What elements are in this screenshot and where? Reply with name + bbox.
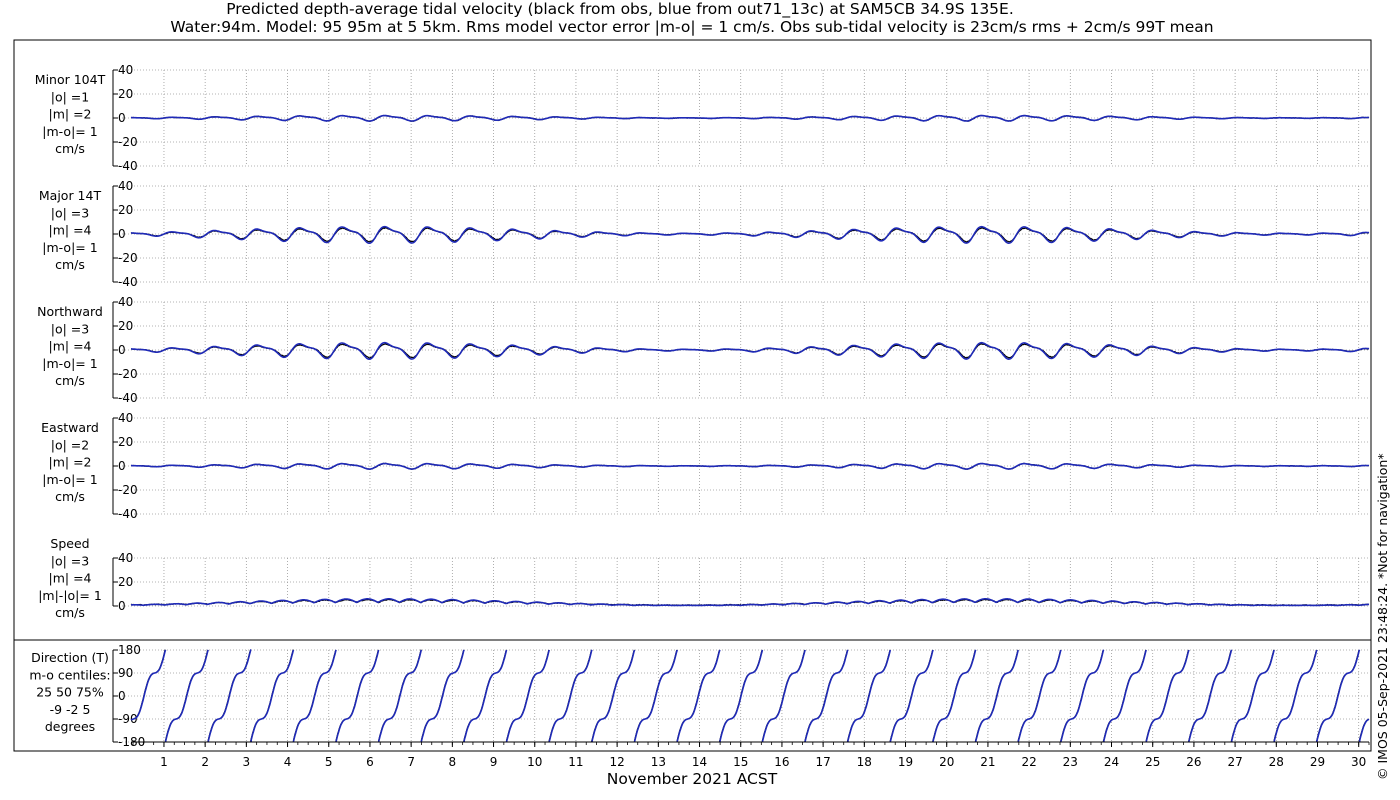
chart-title: Predicted depth-average tidal velocity (… xyxy=(226,0,1014,19)
x-tick-label: 14 xyxy=(692,755,707,769)
x-tick-label: 16 xyxy=(774,755,789,769)
y-tick-label: -20 xyxy=(118,367,138,381)
x-tick-label: 17 xyxy=(815,755,830,769)
panel-label-line: -9 -2 5 xyxy=(50,702,91,717)
panel-label-line: |m| =4 xyxy=(49,339,92,354)
x-tick-label: 29 xyxy=(1310,755,1325,769)
x-tick-label: 9 xyxy=(490,755,498,769)
panel-label-line: 25 50 75% xyxy=(36,685,104,700)
tidal-velocity-figure: Predicted depth-average tidal velocity (… xyxy=(0,0,1400,800)
x-tick-label: 6 xyxy=(366,755,374,769)
y-tick-label: 0 xyxy=(118,689,126,703)
panel-label-line: |m-o|= 1 xyxy=(42,356,97,371)
x-tick-label: 10 xyxy=(527,755,542,769)
panel-label-line: |m| =2 xyxy=(49,455,92,470)
panel-label-line: Major 14T xyxy=(39,188,102,203)
panel-label-line: |o| =2 xyxy=(51,437,89,452)
y-tick-label: 0 xyxy=(118,459,126,473)
panel-label-line: |o| =1 xyxy=(51,89,89,104)
panel-label-line: |m| =2 xyxy=(49,107,92,122)
y-tick-label: 40 xyxy=(118,179,133,193)
copyright-notice: © IMOS 05-Sep-2021 23:48:24. *Not for na… xyxy=(1375,453,1390,780)
x-tick-label: 18 xyxy=(857,755,872,769)
y-tick-label: 0 xyxy=(118,343,126,357)
panel-label-line: |m-o|= 1 xyxy=(42,124,97,139)
figure-background xyxy=(0,0,1400,800)
y-tick-label: 0 xyxy=(118,227,126,241)
panel-label-line: |o| =3 xyxy=(51,553,89,568)
x-axis-label: November 2021 ACST xyxy=(607,770,778,788)
x-tick-label: 11 xyxy=(568,755,583,769)
y-tick-label: 90 xyxy=(118,666,133,680)
x-tick-label: 23 xyxy=(1063,755,1078,769)
panel-label-line: Northward xyxy=(37,304,103,319)
x-tick-label: 30 xyxy=(1351,755,1366,769)
panel-label-line: cm/s xyxy=(55,605,85,620)
x-tick-label: 20 xyxy=(939,755,954,769)
panel-label-line: |o| =3 xyxy=(51,321,89,336)
x-tick-label: 25 xyxy=(1145,755,1160,769)
x-tick-label: 15 xyxy=(733,755,748,769)
panel-label-line: |m-o|= 1 xyxy=(42,472,97,487)
y-tick-label: 20 xyxy=(118,319,133,333)
x-tick-label: 28 xyxy=(1269,755,1284,769)
y-tick-label: 0 xyxy=(118,111,126,125)
x-tick-label: 26 xyxy=(1186,755,1201,769)
y-tick-label: -40 xyxy=(118,507,138,521)
y-tick-label: 40 xyxy=(118,411,133,425)
panel-label-line: m-o centiles: xyxy=(29,667,110,682)
x-tick-label: 3 xyxy=(243,755,251,769)
panel-label-line: |m| =4 xyxy=(49,571,92,586)
x-tick-label: 4 xyxy=(284,755,292,769)
panel-label-line: cm/s xyxy=(55,141,85,156)
panel-label-line: |m|-|o|= 1 xyxy=(38,588,102,603)
y-tick-label: 20 xyxy=(118,203,133,217)
x-tick-label: 27 xyxy=(1227,755,1242,769)
x-tick-label: 1 xyxy=(160,755,168,769)
y-tick-label: 20 xyxy=(118,575,133,589)
y-tick-label: 20 xyxy=(118,435,133,449)
panel-label-line: cm/s xyxy=(55,257,85,272)
panel-label-line: Speed xyxy=(50,536,89,551)
chart-subtitle: Water:94m. Model: 95 95m at 5 5km. Rms m… xyxy=(170,18,1213,36)
y-tick-label: 20 xyxy=(118,87,133,101)
panel-label-line: Eastward xyxy=(41,420,99,435)
x-tick-label: 22 xyxy=(1021,755,1036,769)
x-tick-label: 2 xyxy=(201,755,209,769)
y-tick-label: 0 xyxy=(118,599,126,613)
y-tick-label: -20 xyxy=(118,251,138,265)
panel-label-line: degrees xyxy=(45,719,95,734)
x-tick-label: 19 xyxy=(898,755,913,769)
panel-label-line: |m-o|= 1 xyxy=(42,240,97,255)
x-tick-label: 8 xyxy=(449,755,457,769)
y-tick-label: -40 xyxy=(118,159,138,173)
x-tick-label: 5 xyxy=(325,755,333,769)
x-tick-label: 12 xyxy=(609,755,624,769)
x-tick-label: 7 xyxy=(407,755,415,769)
panel-label-line: Direction (T) xyxy=(31,650,109,665)
y-tick-label: -40 xyxy=(118,275,138,289)
y-tick-label: -40 xyxy=(118,391,138,405)
y-tick-label: -20 xyxy=(118,135,138,149)
y-tick-label: -20 xyxy=(118,483,138,497)
panel-label-line: cm/s xyxy=(55,489,85,504)
y-tick-label: 40 xyxy=(118,295,133,309)
x-tick-label: 21 xyxy=(980,755,995,769)
y-tick-label: 40 xyxy=(118,551,133,565)
y-tick-label: 40 xyxy=(118,63,133,77)
y-tick-label: 180 xyxy=(118,643,141,657)
panel-label-line: |o| =3 xyxy=(51,205,89,220)
x-tick-label: 13 xyxy=(651,755,666,769)
panel-label-line: cm/s xyxy=(55,373,85,388)
panel-label-line: |m| =4 xyxy=(49,223,92,238)
x-tick-label: 24 xyxy=(1104,755,1119,769)
panel-label-line: Minor 104T xyxy=(35,72,106,87)
